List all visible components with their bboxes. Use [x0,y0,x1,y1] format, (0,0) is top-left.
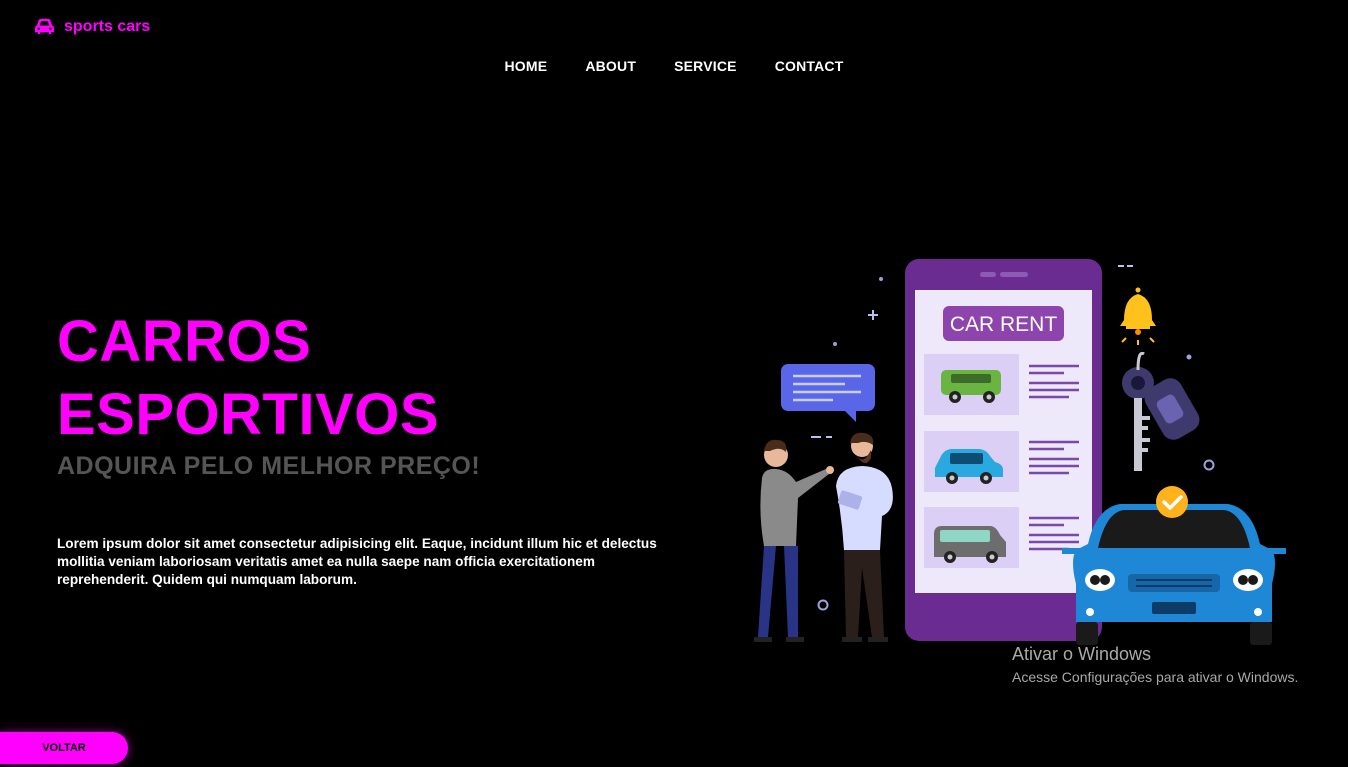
main-nav: HOME ABOUT SERVICE CONTACT [0,56,1348,76]
brand-name: sports cars [64,17,151,35]
windows-activation-watermark: Ativar o Windows Acesse Configurações pa… [1012,643,1298,687]
nav-home[interactable]: HOME [486,56,567,76]
nav-contact[interactable]: CONTACT [756,56,863,76]
nav-about[interactable]: ABOUT [566,56,655,76]
hero-description: Lorem ipsum dolor sit amet consectetur a… [57,536,657,587]
car-rent-label: CAR RENT [950,313,1058,336]
back-button[interactable]: VOLTAR [0,732,128,764]
car-rent-illustration: CAR RENT [754,259,1286,645]
hero-subtitle: ADQUIRA PELO MELHOR PREÇO! [57,452,481,480]
hero-title-line2: ESPORTIVOS [57,382,440,447]
hero-title-line1: CARROS [57,309,312,374]
brand-logo[interactable]: sports cars [34,17,150,36]
nav-service[interactable]: SERVICE [655,56,756,76]
watermark-subtitle: Acesse Configurações para ativar o Windo… [1012,669,1299,685]
hero-title: CARROS ESPORTIVOS [57,305,439,451]
watermark-title: Ativar o Windows [1012,644,1152,664]
car-icon [35,18,54,35]
